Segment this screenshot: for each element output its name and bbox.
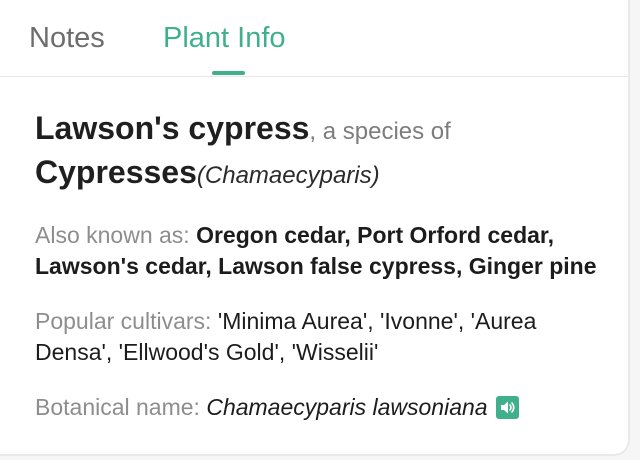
- plant-title: Lawson's cypress, a species of Cypresses…: [35, 108, 600, 196]
- tab-notes[interactable]: Notes: [29, 20, 105, 56]
- also-known-label: Also known as:: [35, 222, 190, 248]
- tab-bar: Notes Plant Info: [0, 0, 628, 77]
- active-tab-indicator: [212, 71, 245, 75]
- genus-common-name: Cypresses: [35, 154, 197, 190]
- cultivars-label: Popular cultivars:: [35, 308, 212, 334]
- speaker-icon[interactable]: [495, 396, 519, 419]
- also-known-section: Also known as: Oregon cedar, Port Orford…: [35, 220, 600, 282]
- botanical-name-label: Botanical name:: [35, 394, 200, 420]
- cultivars-section: Popular cultivars: 'Minima Aurea', 'Ivon…: [35, 306, 600, 368]
- plant-info-card: Notes Plant Info Lawson's cypress, a spe…: [0, 0, 630, 456]
- species-connector: , a species of: [309, 118, 451, 145]
- tab-plant-info[interactable]: Plant Info: [163, 20, 286, 56]
- botanical-name-section: Botanical name: Chamaecyparis lawsoniana: [35, 392, 600, 423]
- botanical-name-value: Chamaecyparis lawsoniana: [206, 394, 488, 420]
- plant-info-content: Lawson's cypress, a species of Cypresses…: [35, 108, 600, 423]
- speaker-glyph: [500, 401, 515, 414]
- plant-name: Lawson's cypress: [35, 110, 310, 146]
- genus-scientific-name: (Chamaecyparis): [196, 162, 380, 189]
